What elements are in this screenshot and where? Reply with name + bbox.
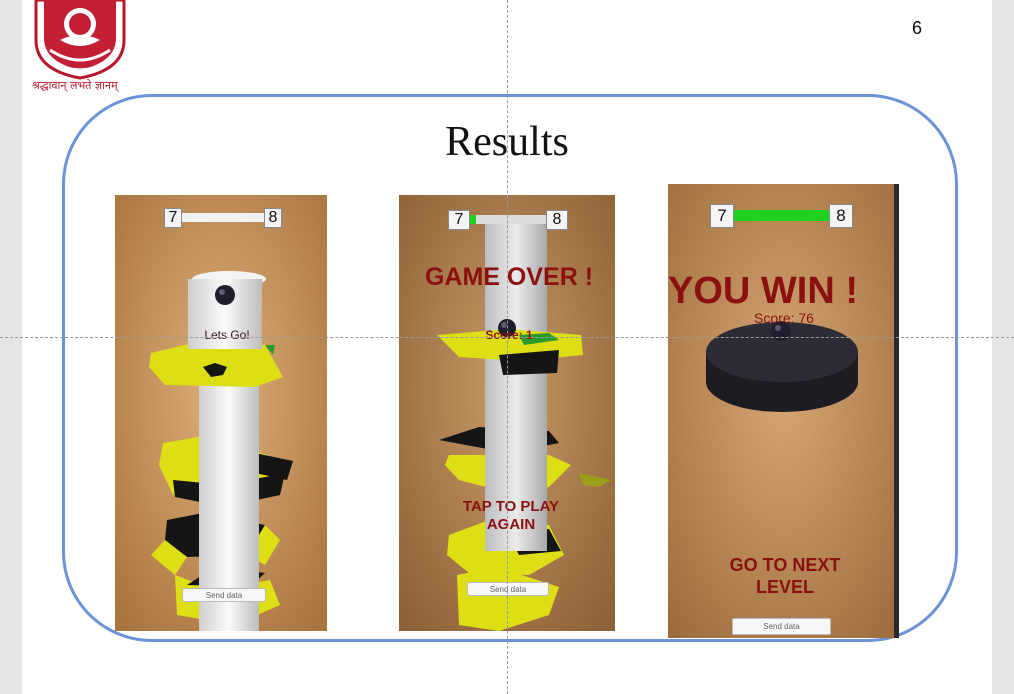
institution-logo: श्रद्धावान् लभते ज्ञानम्: [30, 0, 130, 96]
game-screenshot-start: 7 8 Lets Go! Send data: [115, 195, 327, 631]
start-message: Lets Go!: [204, 328, 250, 342]
send-data-button[interactable]: Send data: [732, 618, 831, 635]
level-progress-bar: [182, 213, 264, 222]
level-progress-bar: [734, 210, 830, 221]
next-level-box: 8: [264, 208, 282, 228]
vertical-guide-line: [507, 0, 508, 694]
level-progress-fill: [734, 210, 830, 221]
current-level-box: 7: [710, 204, 734, 228]
next-level-box: 8: [829, 204, 853, 228]
horizontal-guide-line: [0, 337, 1014, 338]
current-level-box: 7: [448, 210, 470, 230]
level-progress-bar: [470, 215, 546, 224]
page-number: 6: [912, 18, 923, 38]
game-screenshot-win: 7 8 YOU WIN ! Score: 76 GO TO NEXT LEVEL…: [668, 184, 899, 638]
send-data-button[interactable]: Send data: [467, 582, 549, 596]
current-level-box: 7: [164, 208, 182, 228]
send-data-button[interactable]: Send data: [182, 588, 266, 602]
score-label: Score: 76: [754, 310, 814, 326]
go-to-next-level-prompt[interactable]: GO TO NEXT LEVEL: [710, 554, 860, 598]
next-level-box: 8: [546, 210, 568, 230]
score-label: Score: 1: [485, 328, 533, 342]
tap-to-play-again-prompt[interactable]: TAP TO PLAY AGAIN: [451, 498, 571, 534]
win-headline: YOU WIN !: [668, 270, 858, 312]
logo-motto: श्रद्धावान् लभते ज्ञानम्: [32, 79, 118, 92]
level-progress-fill: [470, 215, 477, 224]
